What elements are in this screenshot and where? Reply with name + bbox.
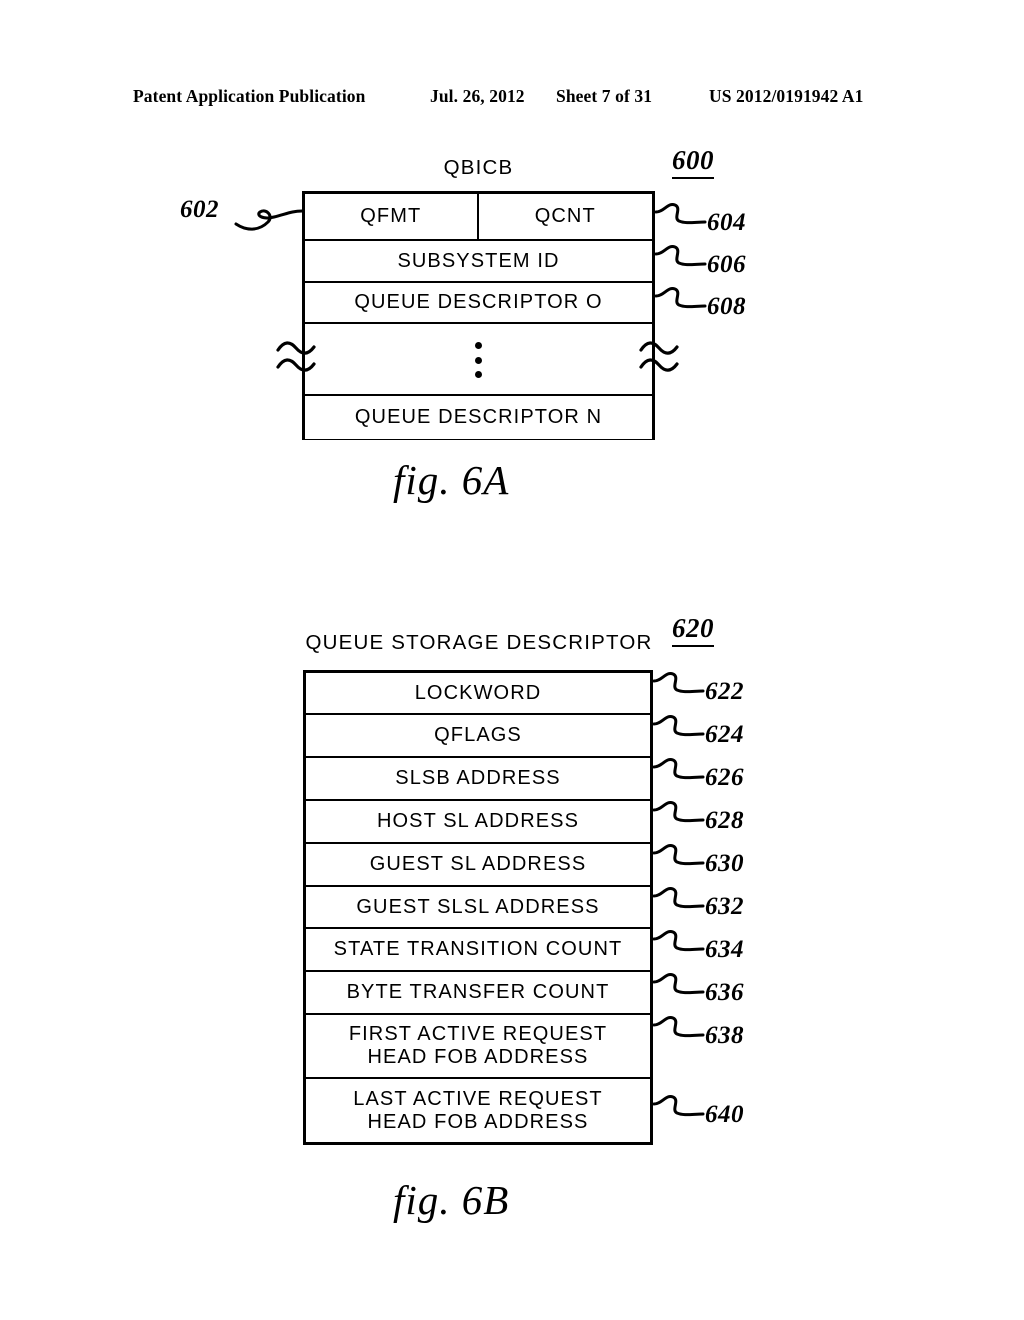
leader-line-634 bbox=[652, 927, 705, 955]
leader-line-604 bbox=[654, 200, 707, 228]
table-row: QFLAGS bbox=[306, 715, 650, 758]
header-sheet-label: Sheet 7 of 31 bbox=[556, 86, 653, 106]
table-row: FIRST ACTIVE REQUEST HEAD FOB ADDRESS bbox=[306, 1015, 650, 1079]
reference-638: 638 bbox=[705, 1022, 744, 1049]
table-row: STATE TRANSITION COUNT bbox=[306, 929, 650, 972]
leader-line-626 bbox=[652, 755, 705, 783]
header-date-label: Jul. 26, 2012 bbox=[430, 86, 525, 106]
page-header: Patent Application Publication Jul. 26, … bbox=[0, 86, 1024, 112]
qbicb-structure-box: QFMT QCNT SUBSYSTEM ID QUEUE DESCRIPTOR … bbox=[302, 191, 655, 440]
leader-line-608 bbox=[654, 284, 707, 312]
reference-604: 604 bbox=[707, 209, 746, 236]
leader-line-628 bbox=[652, 798, 705, 826]
reference-624: 624 bbox=[705, 721, 744, 748]
leader-line-624 bbox=[652, 712, 705, 740]
table-row: LAST ACTIVE REQUEST HEAD FOB ADDRESS bbox=[306, 1079, 650, 1142]
figure-6b-number: 620 bbox=[672, 613, 714, 647]
reference-608: 608 bbox=[707, 293, 746, 320]
row-line-1: LAST ACTIVE REQUEST bbox=[353, 1087, 603, 1110]
reference-632: 632 bbox=[705, 893, 744, 920]
leader-line-640 bbox=[652, 1092, 705, 1120]
table-row: SUBSYSTEM ID bbox=[305, 241, 652, 283]
row-line-1: FIRST ACTIVE REQUEST bbox=[348, 1023, 608, 1045]
table-row: QUEUE DESCRIPTOR N bbox=[305, 396, 652, 439]
reference-640: 640 bbox=[705, 1101, 744, 1128]
table-row-ellipsis bbox=[305, 324, 652, 396]
leader-line-630 bbox=[652, 841, 705, 869]
leader-line-638 bbox=[652, 1013, 705, 1041]
table-row: BYTE TRANSFER COUNT bbox=[306, 972, 650, 1015]
reference-630: 630 bbox=[705, 850, 744, 877]
table-row: SLSB ADDRESS bbox=[306, 758, 650, 801]
figure-6b-box-title: QUEUE STORAGE DESCRIPTOR bbox=[305, 631, 653, 654]
row-line-2: HEAD FOB ADDRESS bbox=[367, 1110, 589, 1133]
table-row: GUEST SL ADDRESS bbox=[306, 844, 650, 887]
figure-6a-number: 600 bbox=[672, 145, 714, 179]
table-row: QUEUE DESCRIPTOR O bbox=[305, 283, 652, 324]
leader-line-636 bbox=[652, 970, 705, 998]
row-line-2: HEAD FOB ADDRESS bbox=[367, 1046, 589, 1068]
reference-634: 634 bbox=[705, 936, 744, 963]
queue-storage-descriptor-box: LOCKWORD QFLAGS SLSB ADDRESS HOST SL ADD… bbox=[303, 670, 653, 1145]
reference-606: 606 bbox=[707, 251, 746, 278]
cell-qcnt: QCNT bbox=[534, 205, 596, 228]
vertical-ellipsis-icon bbox=[474, 342, 482, 378]
leader-line-606 bbox=[654, 242, 707, 270]
table-row: GUEST SLSL ADDRESS bbox=[306, 887, 650, 929]
cell-qfmt: QFMT bbox=[305, 194, 479, 239]
table-row: HOST SL ADDRESS bbox=[306, 801, 650, 844]
reference-602: 602 bbox=[180, 196, 219, 223]
figure-6a-caption: fig. 6A bbox=[393, 457, 510, 503]
table-row: LOCKWORD bbox=[306, 673, 650, 715]
leader-line-602 bbox=[234, 198, 306, 232]
leader-line-632 bbox=[652, 884, 705, 912]
reference-622: 622 bbox=[705, 678, 744, 705]
header-patent-number: US 2012/0191942 A1 bbox=[709, 86, 864, 106]
figure-6a-box-title: QBICB bbox=[443, 156, 514, 179]
table-row: QFMT QCNT bbox=[305, 194, 652, 241]
reference-626: 626 bbox=[705, 764, 744, 791]
header-publication-label: Patent Application Publication bbox=[133, 86, 366, 106]
reference-636: 636 bbox=[705, 979, 744, 1006]
figure-6b-caption: fig. 6B bbox=[393, 1177, 510, 1223]
leader-line-622 bbox=[652, 669, 705, 697]
reference-628: 628 bbox=[705, 807, 744, 834]
